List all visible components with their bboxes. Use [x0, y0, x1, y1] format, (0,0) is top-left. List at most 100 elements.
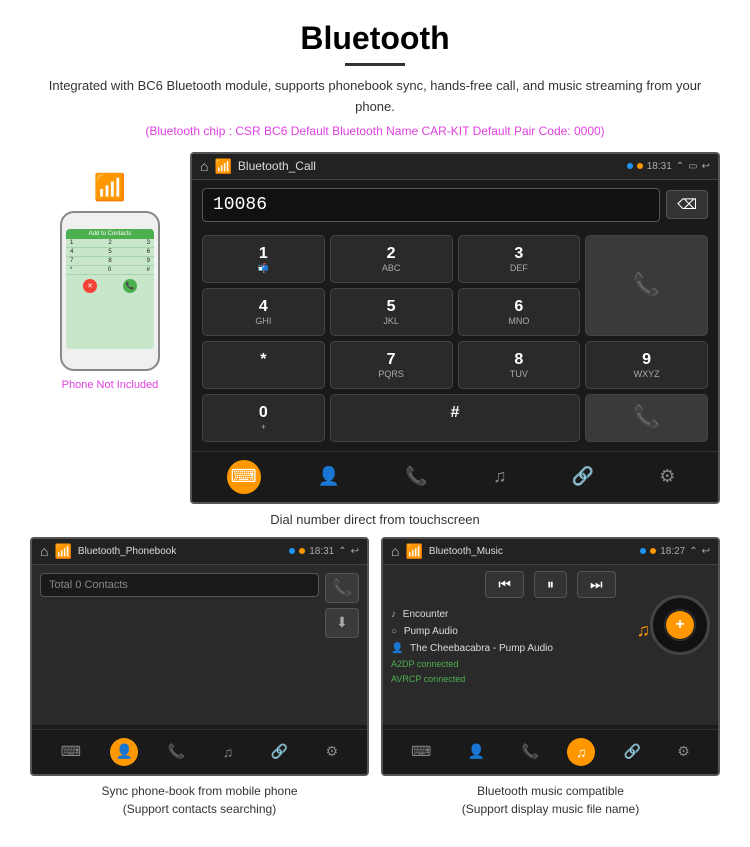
car-topbar-title-main: Bluetooth_Call	[238, 159, 621, 173]
mu-music-icon[interactable]: ♫	[567, 738, 595, 766]
phone-not-included-label: Phone Not Included	[62, 379, 159, 391]
music-controls: ⏮ ⏸ ⏭	[391, 571, 710, 598]
mu-contacts-icon[interactable]: 👤	[460, 739, 493, 764]
back-icon[interactable]: ↩	[702, 161, 710, 172]
subtitle: Integrated with BC6 Bluetooth module, su…	[30, 76, 720, 118]
contacts-bottom-icon[interactable]: 👤	[310, 462, 348, 491]
music-col: ⌂ 📶 Bluetooth_Music 18:27 ⌃ ↩ ⏮ ⏸	[381, 537, 720, 818]
music-topbar: ⌂ 📶 Bluetooth_Music 18:27 ⌃ ↩	[383, 539, 718, 565]
car-screen-main: ⌂ 📶 Bluetooth_Call 18:31 ⌃ ▭ ↩ 10086 ⌫	[190, 152, 720, 504]
pb-wifi-dot	[299, 548, 305, 554]
bt-dot	[627, 163, 633, 169]
dial-key-9[interactable]: 9WXYZ	[585, 341, 708, 389]
title-divider	[345, 63, 405, 66]
phone-row-2: 456	[66, 248, 154, 257]
mu-phone-icon[interactable]: 📞	[513, 739, 546, 764]
bt-icon-disc: +	[666, 611, 694, 639]
phonebook-search-area: Total 0 Contacts	[40, 573, 319, 605]
pb-caption-2: (Support contacts searching)	[123, 802, 276, 816]
phonebook-col: ⌂ 📶 Bluetooth_Phonebook 18:31 ⌃ ↩	[30, 537, 369, 818]
bottom-screenshots: ⌂ 📶 Bluetooth_Phonebook 18:31 ⌃ ↩	[30, 537, 720, 818]
search-placeholder: Total 0 Contacts	[49, 579, 128, 591]
pb-home-icon: ⌂	[40, 543, 48, 559]
pb-bottom-bar: ⌨ 👤 📞 ♫ 🔗 ⚙	[32, 729, 367, 774]
mu-bottom-bar: ⌨ 👤 📞 ♫ 🔗 ⚙	[383, 729, 718, 774]
prev-btn[interactable]: ⏮	[485, 571, 524, 598]
pb-call-btn[interactable]: 📞	[325, 573, 359, 603]
dial-key-8[interactable]: 8TUV	[458, 341, 581, 389]
dial-key-hash[interactable]: #	[330, 394, 581, 442]
dial-key-1[interactable]: 1📬	[202, 235, 325, 283]
pb-music-icon[interactable]: ♫	[215, 740, 242, 764]
call-red-button[interactable]: 📞	[585, 394, 708, 442]
call-green-button[interactable]: 📞	[585, 235, 708, 336]
time-display-main: 18:31	[647, 161, 672, 172]
phonebook-search-box[interactable]: Total 0 Contacts	[40, 573, 319, 597]
page-title: Bluetooth	[30, 20, 720, 57]
mu-status: 18:27 ⌃ ↩	[640, 546, 710, 557]
page-wrapper: Bluetooth Integrated with BC6 Bluetooth …	[0, 0, 750, 846]
music-note-icon: ♪	[391, 609, 396, 620]
phone-bottom-icon[interactable]: 📞	[397, 462, 435, 491]
link-bottom-icon[interactable]: 🔗	[564, 462, 602, 491]
pb-back[interactable]: ↩	[351, 546, 359, 557]
phone-call-btn[interactable]: 📞	[123, 279, 137, 293]
pb-download-btn[interactable]: ⬇	[325, 608, 359, 638]
mu-home-icon: ⌂	[391, 543, 399, 559]
dial-key-0[interactable]: 0+	[202, 394, 325, 442]
pb-caption-1: Sync phone-book from mobile phone	[101, 784, 297, 798]
dial-key-5[interactable]: 5JKL	[330, 288, 453, 336]
dialpad: 1📬 2ABC 3DEF 📞 4GHI 5JKL 6MNO * 7PQRS 8T…	[192, 230, 718, 447]
music-body: ⏮ ⏸ ⏭ ♪ Encounter ○ Pump Audio 👤 The Che…	[383, 565, 718, 725]
mu-link-icon[interactable]: 🔗	[616, 739, 649, 764]
backspace-button[interactable]: ⌫	[666, 190, 708, 219]
main-area: 📶 Add to Contacts 123 456 789 *0# ✕ 📞 Ph…	[30, 152, 720, 504]
wifi-dot	[637, 163, 643, 169]
dial-key-3[interactable]: 3DEF	[458, 235, 581, 283]
music-screen: ⌂ 📶 Bluetooth_Music 18:27 ⌃ ↩ ⏮ ⏸	[381, 537, 720, 776]
pb-time: 18:31	[309, 546, 334, 557]
mu-time: 18:27	[660, 546, 685, 557]
music-bottom-icon[interactable]: ♫	[485, 462, 515, 491]
phone-screen: Add to Contacts 123 456 789 *0# ✕ 📞	[66, 229, 154, 349]
car-topbar-main: ⌂ 📶 Bluetooth_Call 18:31 ⌃ ▭ ↩	[192, 154, 718, 180]
dial-key-2[interactable]: 2ABC	[330, 235, 453, 283]
mu-title: Bluetooth_Music	[429, 546, 634, 557]
dial-number-display[interactable]: 10086	[202, 188, 660, 222]
phone-end-btn[interactable]: ✕	[83, 279, 97, 293]
track-person-icon: 👤	[391, 643, 403, 654]
mu-back[interactable]: ↩	[702, 546, 710, 557]
pause-btn[interactable]: ⏸	[534, 571, 567, 598]
mu-signal-icon: 📶	[405, 543, 422, 560]
dial-key-star[interactable]: *	[202, 341, 325, 389]
dial-key-6[interactable]: 6MNO	[458, 288, 581, 336]
pb-status: 18:31 ⌃ ↩	[289, 546, 359, 557]
expand-icon: ⌃	[676, 161, 684, 172]
dial-key-4[interactable]: 4GHI	[202, 288, 325, 336]
phonebook-caption: Sync phone-book from mobile phone (Suppo…	[101, 782, 297, 818]
pb-settings-icon[interactable]: ⚙	[318, 739, 347, 764]
pb-contacts-icon[interactable]: 👤	[110, 738, 138, 766]
pb-bt-dot	[289, 548, 295, 554]
pb-phone-icon[interactable]: 📞	[160, 739, 193, 764]
mu-bt-dot	[640, 548, 646, 554]
mu-caption-1: Bluetooth music compatible	[477, 784, 624, 798]
music-note-floating: ♫	[637, 620, 651, 641]
mu-settings-icon[interactable]: ⚙	[669, 739, 698, 764]
car-bottom-bar-main: ⌨ 👤 📞 ♫ 🔗 ⚙	[192, 451, 718, 502]
pb-action-buttons: 📞 ⬇	[325, 573, 359, 638]
phonebook-body: Total 0 Contacts 📞 ⬇	[32, 565, 367, 725]
phone-row-3: 789	[66, 257, 154, 266]
phone-image: Add to Contacts 123 456 789 *0# ✕ 📞	[60, 211, 160, 371]
pb-link-icon[interactable]: 🔗	[263, 739, 296, 764]
mu-dialpad-icon[interactable]: ⌨	[403, 739, 439, 764]
mu-wifi-dot	[650, 548, 656, 554]
settings-bottom-icon[interactable]: ⚙	[651, 462, 683, 491]
main-caption: Dial number direct from touchscreen	[30, 512, 720, 527]
dialpad-bottom-icon[interactable]: ⌨	[227, 460, 261, 494]
dial-key-7[interactable]: 7PQRS	[330, 341, 453, 389]
a2dp-status: A2DP connected	[391, 657, 710, 672]
phone-row-1: 123	[66, 239, 154, 248]
pb-dialpad-icon[interactable]: ⌨	[53, 739, 89, 764]
next-btn[interactable]: ⏭	[577, 571, 616, 598]
